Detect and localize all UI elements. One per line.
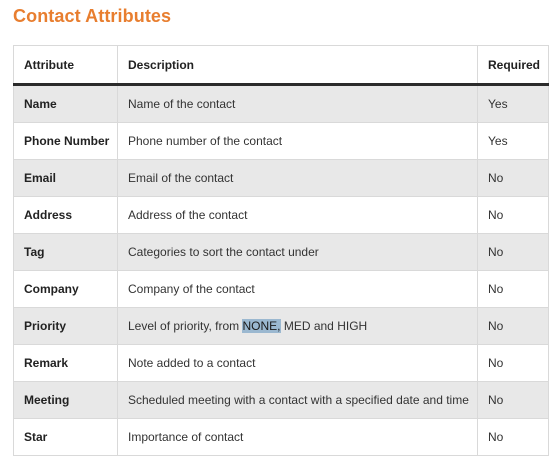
description-cell: Email of the contact — [117, 159, 478, 197]
attribute-cell: Email — [13, 159, 118, 197]
attribute-cell: Name — [13, 84, 118, 123]
attribute-cell: Meeting — [13, 381, 118, 419]
attribute-cell: Tag — [13, 233, 118, 271]
header-required: Required — [477, 45, 549, 86]
required-cell: Yes — [477, 122, 549, 160]
description-cell: Name of the contact — [117, 84, 478, 123]
description-cell: Scheduled meeting with a contact with a … — [117, 381, 478, 419]
required-cell: No — [477, 196, 549, 234]
required-cell: No — [477, 344, 549, 382]
attribute-cell: Priority — [13, 307, 118, 345]
required-cell: No — [477, 307, 549, 345]
table-row: Address Address of the contact No — [13, 196, 549, 234]
header-description: Description — [117, 45, 478, 86]
attribute-cell: Star — [13, 418, 118, 456]
selected-text[interactable]: NONE, — [242, 319, 281, 333]
table-row: Tag Categories to sort the contact under… — [13, 233, 549, 271]
description-text: MED and HIGH — [280, 319, 368, 333]
table-row: Meeting Scheduled meeting with a contact… — [13, 381, 549, 419]
table-row: Star Importance of contact No — [13, 418, 549, 456]
required-cell: No — [477, 159, 549, 197]
required-cell: No — [477, 270, 549, 308]
required-cell: No — [477, 418, 549, 456]
description-cell: Importance of contact — [117, 418, 478, 456]
required-cell: No — [477, 233, 549, 271]
attribute-cell: Phone Number — [13, 122, 118, 160]
required-cell: No — [477, 381, 549, 419]
table-row: Priority Level of priority, from NONE, M… — [13, 307, 549, 345]
table-row: Phone Number Phone number of the contact… — [13, 122, 549, 160]
contact-attributes-table: Attribute Description Required Name Name… — [13, 45, 549, 456]
table-row: Name Name of the contact Yes — [13, 84, 549, 123]
page-title: Contact Attributes — [13, 6, 172, 26]
description-text: Level of priority, from — [128, 319, 243, 333]
attribute-cell: Remark — [13, 344, 118, 382]
attribute-cell: Address — [13, 196, 118, 234]
description-cell: Company of the contact — [117, 270, 478, 308]
description-cell: Phone number of the contact — [117, 122, 478, 160]
table-row: Remark Note added to a contact No — [13, 344, 549, 382]
attribute-cell: Company — [13, 270, 118, 308]
header-attribute: Attribute — [13, 45, 118, 86]
table-row: Company Company of the contact No — [13, 270, 549, 308]
description-cell[interactable]: Level of priority, from NONE, MED and HI… — [117, 307, 478, 345]
table-header-row: Attribute Description Required — [13, 45, 549, 86]
description-cell: Address of the contact — [117, 196, 478, 234]
table-row: Email Email of the contact No — [13, 159, 549, 197]
description-cell: Note added to a contact — [117, 344, 478, 382]
description-cell: Categories to sort the contact under — [117, 233, 478, 271]
required-cell: Yes — [477, 84, 549, 123]
